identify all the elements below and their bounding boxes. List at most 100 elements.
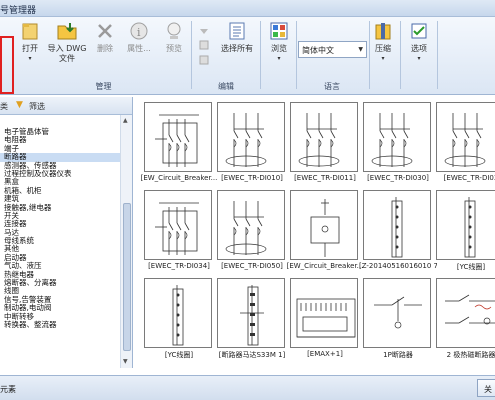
browse-icon — [270, 22, 288, 40]
thumbnail-frame[interactable] — [144, 278, 212, 348]
thumbnail-frame[interactable] — [144, 102, 212, 172]
thumbnail-caption: [EWEC_TR-DI034] — [148, 262, 210, 270]
preview-icon — [167, 22, 181, 39]
thumbnail-caption: [EW_Circuit_Breaker... — [140, 174, 218, 182]
thumbnail-caption: [EWEC_TR-DI03 — [443, 174, 495, 182]
small-tools-icon[interactable] — [197, 25, 211, 69]
open-button[interactable]: 打开 ▾ — [16, 21, 44, 64]
symbol-thumbnail[interactable]: [EWEC_TR-DI034] — [144, 190, 213, 274]
preview-button[interactable]: 预览 — [160, 21, 188, 54]
thumbnail-caption: [EWEC_TR-DI010] — [221, 174, 283, 182]
browse-button[interactable]: 浏览 ▾ — [264, 21, 294, 64]
symbol-thumbnail[interactable]: 1P断路器 — [363, 278, 432, 362]
delete-button[interactable]: 删除 — [92, 21, 118, 54]
window-title: 号管理器 — [0, 6, 37, 16]
open-icon — [22, 23, 38, 40]
category-panel: 类 ▼ 筛选 电子管晶体管 电阻器 端子 断路器 感测器、传感器 过程控制及仪器仪表 黑盒机… — [0, 97, 133, 368]
schematic-symbol-icon — [391, 197, 403, 258]
schematic-symbol-icon — [240, 285, 264, 346]
symbol-thumbnail[interactable]: [EWEC_TR-DI010] — [217, 102, 286, 186]
group-separator — [191, 21, 192, 89]
thumbnail-frame[interactable] — [144, 190, 212, 260]
select-all-button[interactable]: 选择所有 — [217, 21, 257, 54]
browse-label: 浏览 — [271, 44, 287, 53]
thumbnail-caption: [YC线圈] — [456, 263, 486, 271]
preview-label: 预览 — [166, 44, 182, 53]
schematic-symbol-icon — [298, 113, 340, 167]
symbol-thumbnail[interactable]: [EWEC_TR-DI011] — [290, 102, 359, 186]
category-tree: 电子管晶体管 电阻器 端子 断路器 感测器、传感器 过程控制及仪器仪表 黑盒 机箱、机柜 建筑接… — [0, 127, 120, 329]
highlight-box — [0, 36, 14, 94]
symbol-thumbnail[interactable]: [Z-20140516016010 7] — [359, 190, 437, 274]
symbol-thumbnail[interactable]: [EWEC_TR-DI050] — [217, 190, 286, 274]
ribbon: 打开 ▾ 导入 DWG 文件 删除 i 属性... 预览 管理 选择所有 编辑 … — [0, 17, 495, 95]
thumbnail-caption: [YC线圈] — [164, 351, 194, 359]
tab-filter[interactable]: 筛选 — [29, 101, 45, 112]
group-separator — [369, 21, 370, 89]
symbol-thumbnail[interactable]: [YC线圈] — [436, 190, 495, 274]
select-all-icon — [229, 22, 245, 40]
tab-category[interactable]: 类 — [0, 101, 8, 112]
schematic-symbol-icon — [445, 294, 495, 325]
symbol-thumbnail[interactable]: [EW_Circuit_Breaker... — [141, 102, 217, 186]
group-separator — [296, 21, 297, 89]
symbol-thumbnails: [EW_Circuit_Breaker... [EWEC_TR-DI010] [EW… — [134, 97, 495, 368]
thumbnail-frame[interactable] — [290, 278, 358, 348]
scroll-up-icon[interactable]: ▲ — [123, 117, 128, 124]
schematic-symbol-icon — [464, 197, 476, 258]
schematic-symbol-icon — [155, 114, 199, 167]
thumbnail-frame[interactable] — [217, 190, 285, 260]
compress-label: 压缩 — [375, 44, 391, 53]
symbol-thumbnail[interactable]: [EWEC_TR-DI030] — [363, 102, 432, 186]
group-separator — [260, 21, 261, 89]
schematic-symbol-icon — [374, 296, 422, 329]
group-label-edit: 编辑 — [218, 82, 234, 91]
symbol-thumbnail[interactable]: 2 极热磁断路器 — [436, 278, 495, 362]
options-label: 选项 — [411, 44, 427, 53]
open-label: 打开 — [22, 44, 38, 53]
info-icon: i — [130, 22, 148, 40]
symbol-thumbnail[interactable]: [断路器马达S33M 1] — [217, 278, 286, 362]
thumbnail-caption: [Z-20140516016010 7] — [359, 262, 437, 270]
thumbnail-frame[interactable] — [217, 278, 285, 348]
tree-item[interactable]: 转换器、整流器 — [0, 320, 120, 329]
schematic-symbol-icon — [296, 298, 356, 338]
symbol-thumbnail[interactable]: [EMAX+1] — [290, 278, 359, 362]
thumbnail-frame[interactable] — [217, 102, 285, 172]
thumbnail-caption: [EWEC_TR-DI030] — [367, 174, 429, 182]
thumbnail-caption: [断路器马达S33M 1] — [218, 351, 286, 359]
thumbnail-caption: [EMAX+1] — [307, 350, 343, 358]
panel-tabs: 类 ▼ 筛选 — [0, 97, 132, 115]
thumbnail-frame[interactable] — [363, 190, 431, 260]
options-button[interactable]: 选项 ▾ — [405, 21, 433, 64]
group-label-manage: 管理 — [95, 82, 112, 91]
group-label-language: 语言 — [324, 82, 340, 91]
schematic-symbol-icon — [225, 113, 267, 167]
thumbnail-caption: 2 极热磁断路器 — [446, 351, 495, 359]
thumbnail-frame[interactable] — [363, 278, 431, 348]
import-dwg-button[interactable]: 导入 DWG 文件 — [46, 21, 88, 64]
language-select[interactable]: 简体中文 ▼ — [298, 41, 367, 58]
close-button[interactable]: 关 — [477, 379, 495, 397]
scroll-down-icon[interactable]: ▼ — [123, 358, 128, 365]
thumbnail-frame[interactable] — [436, 190, 495, 260]
properties-button[interactable]: i 属性... — [124, 21, 154, 54]
thumbnail-frame[interactable] — [363, 102, 431, 172]
schematic-symbol-icon — [155, 202, 199, 255]
schematic-symbol-icon — [444, 113, 486, 167]
checkbox-icon — [411, 23, 427, 39]
select-all-label: 选择所有 — [221, 44, 253, 53]
thumbnail-frame[interactable] — [290, 102, 358, 172]
symbol-thumbnail[interactable]: [EWEC_TR-DI03 — [436, 102, 495, 186]
symbol-thumbnail[interactable]: [YC线圈] — [144, 278, 213, 362]
group-separator — [437, 21, 438, 89]
schematic-symbol-icon — [371, 113, 413, 167]
thumbnail-frame[interactable] — [436, 102, 495, 172]
thumbnail-frame[interactable] — [290, 190, 358, 260]
vertical-scrollbar[interactable]: ▲ ▼ — [120, 115, 132, 368]
symbol-thumbnail[interactable]: [EW_Circuit_Breaker... — [287, 190, 363, 274]
thumbnail-caption: [EWEC_TR-DI011] — [294, 174, 356, 182]
compress-button[interactable]: 压缩 ▾ — [371, 21, 395, 64]
scrollbar-thumb[interactable] — [123, 203, 131, 351]
thumbnail-frame[interactable] — [436, 278, 495, 348]
